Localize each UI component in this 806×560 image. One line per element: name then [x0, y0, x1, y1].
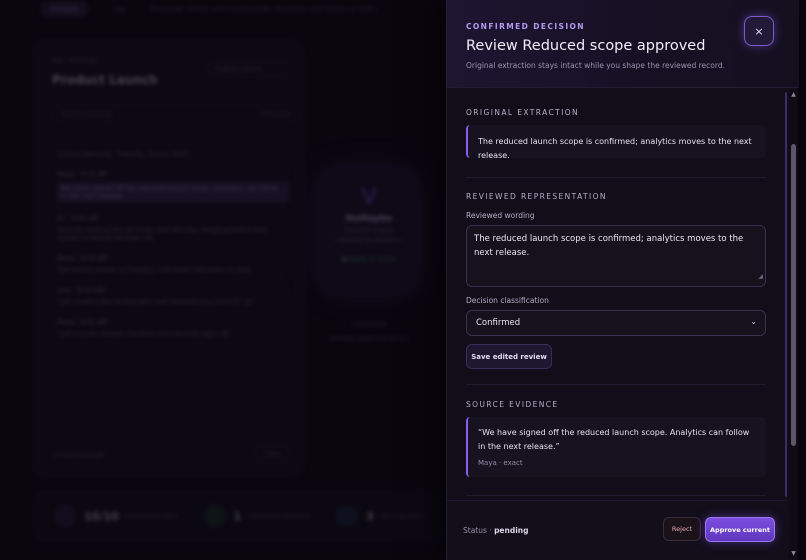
- reject-button[interactable]: Reject: [663, 517, 701, 541]
- review-drawer: CONFIRMED DECISION Review Reduced scope …: [446, 0, 799, 560]
- drawer-eyebrow: CONFIRMED DECISION: [466, 22, 585, 31]
- chevron-down-icon: ⌄: [750, 317, 757, 326]
- drawer-header: CONFIRMED DECISION Review Reduced scope …: [447, 0, 799, 88]
- close-button[interactable]: ×: [744, 16, 774, 46]
- divider: [466, 177, 766, 178]
- classification-label: Decision classification: [466, 296, 549, 305]
- reviewed-wording-textarea[interactable]: The reduced launch scope is confirmed; a…: [466, 225, 766, 287]
- original-extraction-text: The reduced launch scope is confirmed; a…: [478, 137, 752, 160]
- divider: [466, 384, 766, 385]
- scroll-up-icon[interactable]: ▲: [789, 90, 798, 99]
- drawer-title: Review Reduced scope approved: [466, 38, 706, 54]
- approve-current-button[interactable]: Approve current: [705, 517, 775, 542]
- scroll-down-icon[interactable]: ▼: [789, 549, 798, 558]
- drawer-footer: Status · pending Reject Approve current: [447, 500, 787, 560]
- status-label: Status ·: [463, 526, 492, 535]
- divider: [466, 495, 766, 496]
- source-evidence-box: “We have signed off the reduced launch s…: [466, 417, 766, 477]
- drawer-scroll-indicator: [785, 92, 787, 497]
- close-icon: ×: [754, 24, 764, 38]
- evidence-quote: “We have signed off the reduced launch s…: [478, 428, 750, 451]
- scrollbar-thumb[interactable]: [791, 144, 796, 446]
- decision-classification-select[interactable]: Confirmed ⌄: [466, 310, 766, 336]
- original-extraction-box: The reduced launch scope is confirmed; a…: [466, 125, 766, 160]
- evidence-meta: Maya · exact: [478, 459, 523, 467]
- reviewed-wording-value: The reduced launch scope is confirmed; a…: [474, 234, 744, 258]
- status-badge: pending: [494, 526, 529, 535]
- reviewed-section: REVIEWED REPRESENTATION: [466, 192, 766, 201]
- section-label: SOURCE EVIDENCE: [466, 400, 559, 409]
- save-edited-review-button[interactable]: Save edited review: [466, 344, 552, 369]
- resize-grip-icon[interactable]: ◢: [758, 270, 763, 284]
- drawer-subtitle: Original extraction stays intact while y…: [466, 61, 725, 70]
- original-extraction-section: ORIGINAL EXTRACTION: [466, 108, 766, 117]
- drawer-body[interactable]: ORIGINAL EXTRACTION The reduced launch s…: [447, 89, 787, 499]
- wording-label: Reviewed wording: [466, 211, 535, 220]
- source-evidence-section: SOURCE EVIDENCE: [466, 400, 766, 409]
- status-text: Status · pending: [463, 526, 529, 535]
- section-label: ORIGINAL EXTRACTION: [466, 108, 580, 117]
- section-label: REVIEWED REPRESENTATION: [466, 192, 607, 201]
- classification-value: Confirmed: [476, 318, 521, 328]
